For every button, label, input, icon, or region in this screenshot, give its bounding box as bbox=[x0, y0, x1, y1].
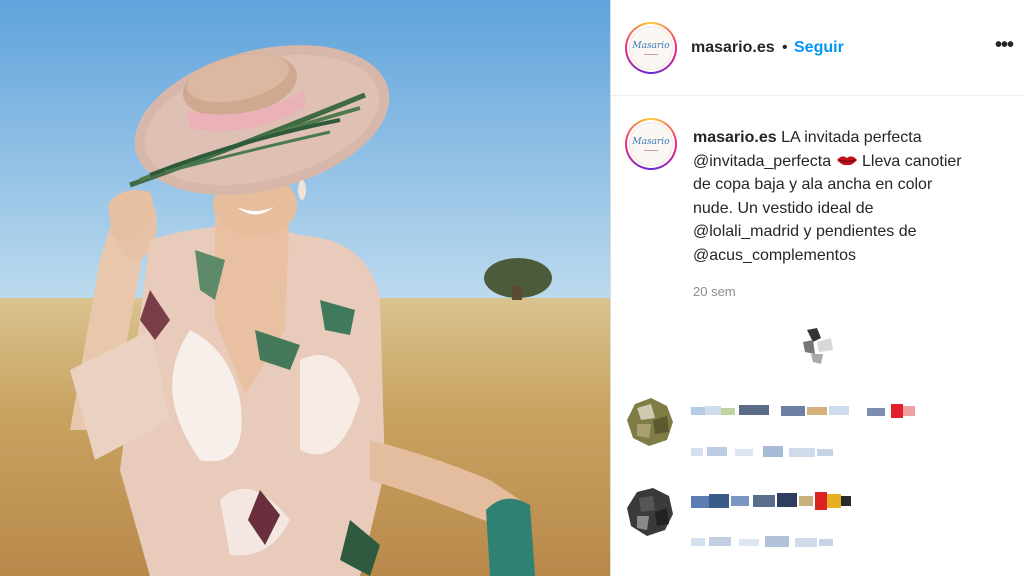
pixelated-blob bbox=[803, 328, 833, 364]
pixelated-text bbox=[691, 404, 915, 418]
follow-button[interactable]: Seguir bbox=[794, 39, 844, 57]
post-timestamp[interactable]: 20 sem bbox=[693, 284, 736, 299]
caption-line-5: @lolali_madrid y pendientes de bbox=[693, 223, 917, 240]
commenter-avatar[interactable] bbox=[627, 488, 675, 536]
brand-logo: Masario bbox=[632, 136, 670, 147]
separator-dot: • bbox=[782, 39, 788, 56]
caption-line-4: nude. Un vestido ideal de bbox=[693, 199, 874, 217]
post-photo-illustration bbox=[0, 0, 610, 576]
caption-username[interactable]: masario.es bbox=[693, 129, 777, 146]
commenter-avatar[interactable] bbox=[627, 398, 675, 446]
caption-line-1: LA invitada perfecta bbox=[781, 129, 922, 146]
caption-avatar[interactable]: Masario bbox=[625, 118, 677, 170]
header-username[interactable]: masario.es bbox=[691, 39, 775, 57]
mention-invitada[interactable]: @invitada_perfecta bbox=[693, 153, 831, 170]
brand-logo: Masario bbox=[632, 40, 670, 51]
red-lips-icon bbox=[836, 155, 857, 165]
avatar[interactable]: Masario bbox=[625, 22, 677, 74]
post-image[interactable] bbox=[0, 0, 610, 576]
caption-line-3: de copa baja y ala ancha en color bbox=[693, 176, 933, 193]
pixelated-text bbox=[691, 492, 851, 510]
caption-line-2: Lleva canotier bbox=[862, 152, 962, 170]
post-caption: masario.es LA invitada perfecta @invitad… bbox=[693, 126, 1005, 267]
post-side-panel: Masario masario.es • Seguir ••• Masario … bbox=[611, 0, 1024, 576]
mention-acus[interactable]: @acus_complementos bbox=[693, 247, 856, 264]
pixelated-meta bbox=[691, 536, 833, 547]
pixelated-meta bbox=[691, 446, 833, 457]
post-header: Masario masario.es • Seguir ••• bbox=[611, 0, 1024, 96]
ellipsis-icon[interactable]: ••• bbox=[995, 34, 1014, 57]
